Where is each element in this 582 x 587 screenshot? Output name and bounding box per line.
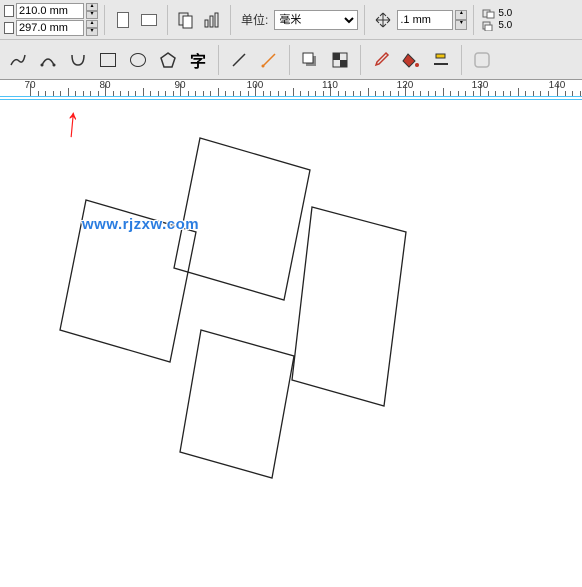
separator (167, 5, 168, 35)
rectangle-icon (100, 53, 116, 67)
connector-tool[interactable] (255, 46, 283, 74)
dup-y-value: 5.0 (498, 20, 512, 31)
dup-x-icon (482, 9, 496, 19)
separator (461, 45, 462, 75)
units-select[interactable]: 毫米 (274, 10, 358, 30)
eyedropper-tool[interactable] (367, 46, 395, 74)
outline-icon (432, 51, 450, 69)
separator (289, 45, 290, 75)
dup-x-value: 5.0 (498, 8, 512, 19)
watermark-text: www.rjzxw.com (82, 216, 199, 233)
text-icon: 字 (190, 48, 206, 72)
eyedropper-icon (372, 51, 390, 69)
page-size-group: ▴▾ ▴▾ (4, 3, 98, 36)
drawing-canvas[interactable]: ↑ www.rjzxw.com (0, 100, 582, 584)
fill-tool[interactable] (397, 46, 425, 74)
width-spinner[interactable]: ▴▾ (86, 3, 98, 19)
pages-icon (177, 11, 195, 29)
nudge-icon (374, 11, 392, 29)
nudge-icon-button (371, 8, 395, 32)
ellipse-tool[interactable] (124, 46, 152, 74)
canvas-shapes (0, 100, 582, 584)
freehand-icon (9, 51, 27, 69)
bezier-tool[interactable] (34, 46, 62, 74)
container-icon (473, 51, 491, 69)
text-tool[interactable]: 字 (184, 46, 212, 74)
portrait-button[interactable] (111, 8, 135, 32)
curve-icon (69, 51, 87, 69)
container-tool[interactable] (468, 46, 496, 74)
polygon-icon (160, 52, 176, 68)
rectangle-tool[interactable] (94, 46, 122, 74)
page-height-input[interactable] (16, 20, 84, 36)
apply-all-pages-button[interactable] (174, 8, 198, 32)
line-icon (230, 51, 248, 69)
height-spinner[interactable]: ▴▾ (86, 20, 98, 36)
bar-chart-icon (203, 11, 221, 29)
nudge-spinner[interactable]: ▴▾ (455, 10, 467, 30)
transparency-icon (331, 51, 349, 69)
landscape-button[interactable] (137, 8, 161, 32)
shadow-tool[interactable] (296, 46, 324, 74)
nudge-distance-input[interactable] (397, 10, 453, 30)
page-width-input[interactable] (16, 3, 84, 19)
separator (360, 45, 361, 75)
units-label: 单位: (241, 11, 268, 28)
line-tool[interactable] (225, 46, 253, 74)
separator (218, 45, 219, 75)
connector-icon (260, 51, 278, 69)
duplicate-distance-group: 5.0 5.0 (482, 8, 512, 31)
apply-current-page-button[interactable] (200, 8, 224, 32)
page-width-icon (4, 5, 14, 17)
transparency-tool[interactable] (326, 46, 354, 74)
separator (104, 5, 105, 35)
separator (473, 5, 474, 35)
smart-draw-tool[interactable] (64, 46, 92, 74)
property-bar: ▴▾ ▴▾ 单位: 毫米 ▴▾ 5.0 5.0 (0, 0, 582, 40)
dup-y-icon (482, 21, 496, 31)
bezier-icon (39, 51, 57, 69)
outline-tool[interactable] (427, 46, 455, 74)
polygon-tool[interactable] (154, 46, 182, 74)
separator (364, 5, 365, 35)
separator (230, 5, 231, 35)
page-height-icon (4, 22, 14, 34)
freehand-tool[interactable] (4, 46, 32, 74)
horizontal-ruler[interactable]: 708090100110120130140 (0, 80, 582, 100)
bucket-icon (402, 51, 420, 69)
shape-toolbar: 字 (0, 40, 582, 80)
shadow-icon (301, 51, 319, 69)
ellipse-icon (130, 53, 146, 67)
